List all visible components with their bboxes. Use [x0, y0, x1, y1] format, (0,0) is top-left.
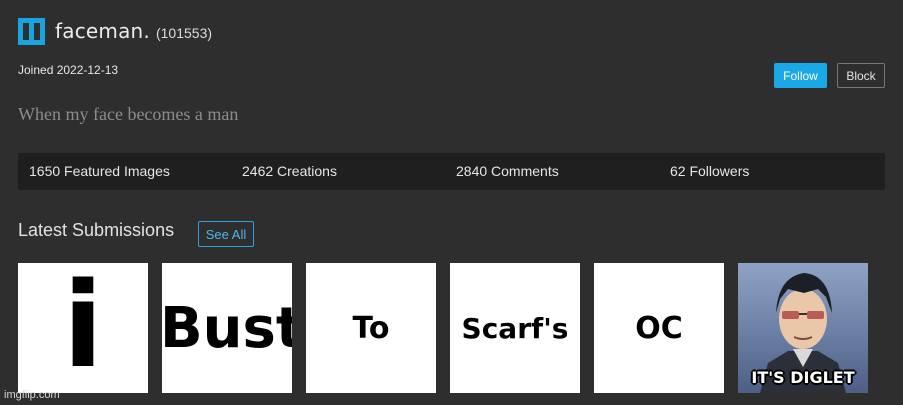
- thumbnail-text: To: [352, 310, 390, 346]
- profile-bio: When my face becomes a man: [18, 104, 239, 124]
- thumbnail-text: Bust: [162, 295, 292, 361]
- imgflip-watermark: imgflip.com: [4, 389, 60, 401]
- stat-featured-images[interactable]: 1650 Featured Images: [29, 153, 170, 190]
- latest-submissions-heading: Latest Submissions: [18, 220, 175, 240]
- profile-header: faceman. (101553): [18, 16, 212, 46]
- submission-thumbnail[interactable]: Scarf's: [450, 263, 580, 393]
- joined-date: Joined 2022-12-13: [18, 63, 119, 77]
- username: faceman.: [55, 19, 150, 43]
- thumbnail-caption: IT'S DIGLET: [751, 368, 855, 387]
- thumbnail-text: i: [62, 263, 104, 393]
- block-button[interactable]: Block: [837, 63, 885, 88]
- stats-bar: 1650 Featured Images 2462 Creations 2840…: [18, 153, 885, 190]
- submission-thumbnail[interactable]: OC: [594, 263, 724, 393]
- stat-creations[interactable]: 2462 Creations: [242, 153, 337, 190]
- submission-thumbnail[interactable]: To: [306, 263, 436, 393]
- submission-thumbnail[interactable]: Bust: [162, 263, 292, 393]
- thumbnail-text: OC: [635, 310, 683, 346]
- user-id: (101553): [155, 24, 213, 41]
- stat-followers[interactable]: 62 Followers: [670, 153, 749, 190]
- imgflip-logo-icon[interactable]: [18, 17, 45, 45]
- stat-comments[interactable]: 2840 Comments: [456, 153, 559, 190]
- submission-thumbnail[interactable]: IT'S DIGLET: [738, 263, 868, 393]
- see-all-button[interactable]: See All: [198, 221, 254, 247]
- thumbnail-text: Scarf's: [461, 311, 569, 345]
- follow-button[interactable]: Follow: [774, 63, 827, 88]
- submission-thumbnail[interactable]: i: [18, 263, 148, 393]
